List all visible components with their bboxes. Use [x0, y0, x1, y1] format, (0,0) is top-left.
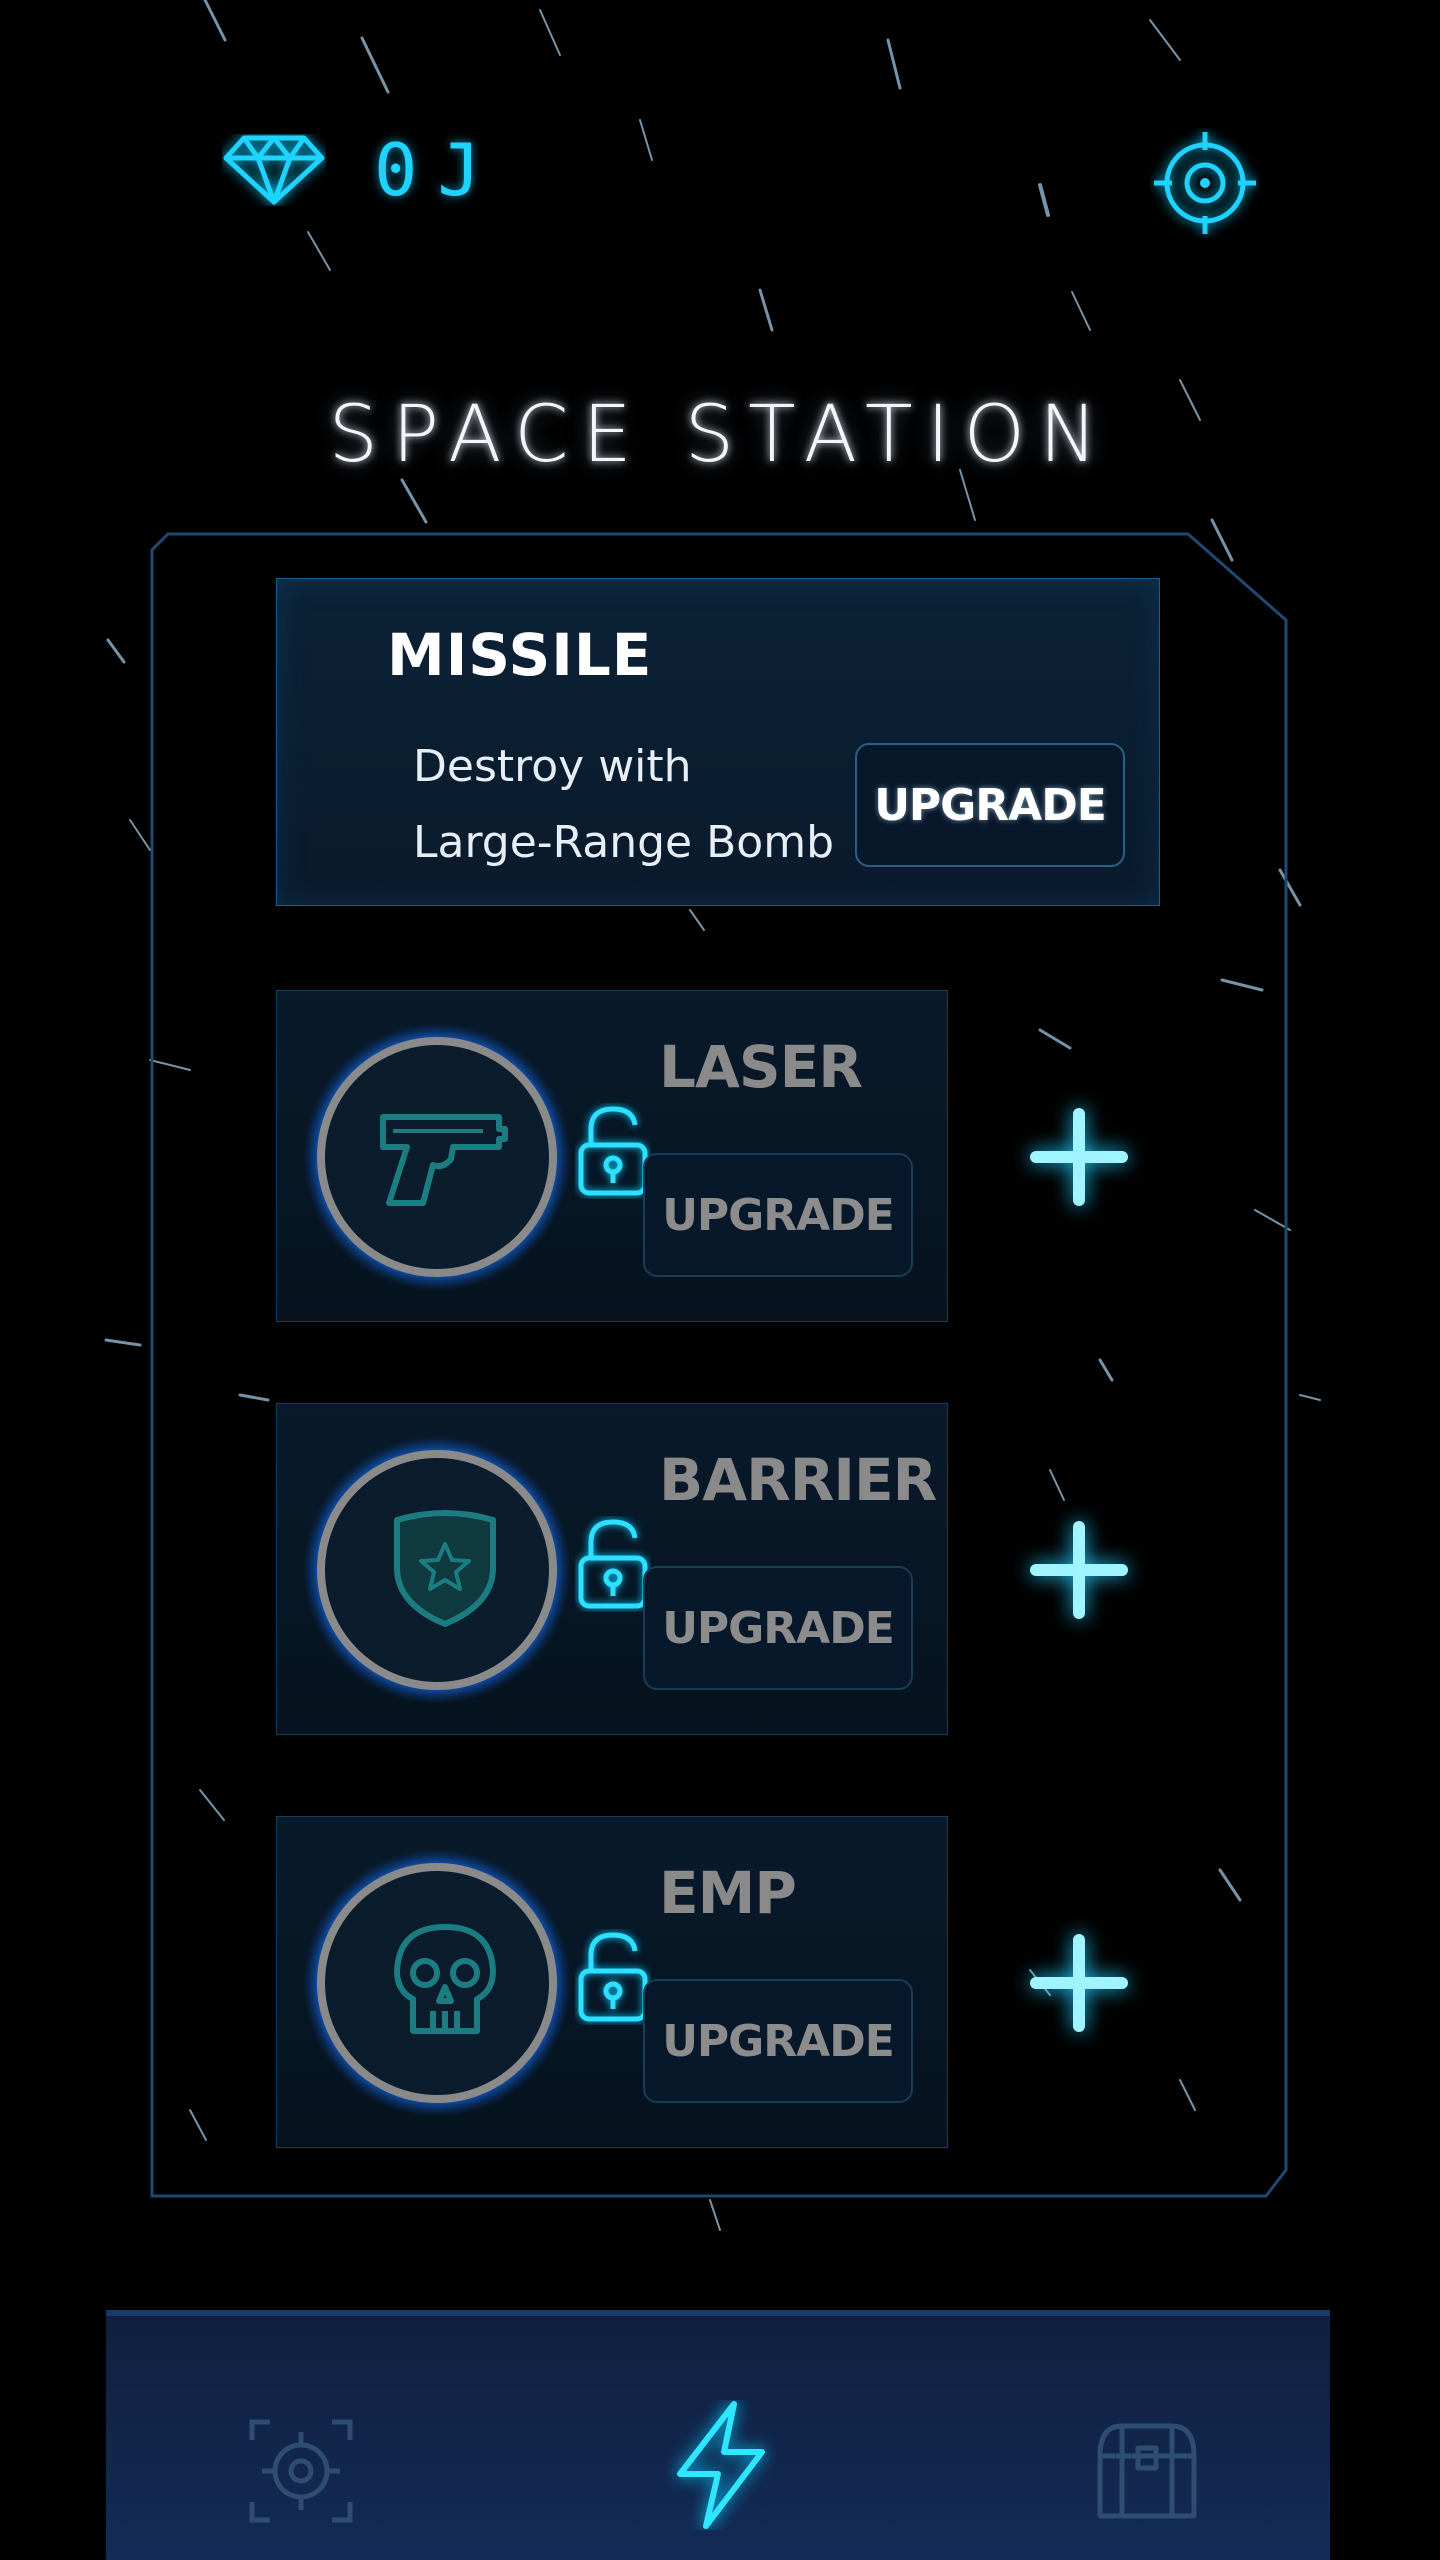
emp-upgrade-button[interactable]: UPGRADE	[643, 1979, 913, 2103]
currency-value: 0J	[374, 128, 501, 212]
treasure-chest-icon[interactable]	[1092, 2416, 1202, 2526]
settings-button[interactable]	[1150, 128, 1260, 238]
missile-description-line-1: Destroy with	[413, 741, 692, 792]
currency-display: 0J	[222, 128, 502, 212]
weapon-row-emp: EMP UPGRADE	[276, 1816, 948, 2148]
laser-add-button[interactable]	[1014, 1092, 1144, 1222]
shield-star-icon	[394, 1510, 496, 1627]
barrier-add-button[interactable]	[1014, 1505, 1144, 1635]
lock-icon	[578, 1106, 648, 1196]
barrier-upgrade-button[interactable]: UPGRADE	[643, 1566, 913, 1690]
missile-panel: MISSILE Destroy with Large-Range Bomb UP…	[276, 578, 1160, 906]
missile-name: MISSILE	[387, 621, 653, 689]
settings-target-icon	[1154, 132, 1256, 234]
weapon-name: BARRIER	[659, 1446, 937, 1514]
page-title: SPACE STATION	[328, 390, 1112, 480]
missile-description: Destroy with Large-Range Bomb	[413, 729, 873, 881]
missile-upgrade-button[interactable]: UPGRADE	[855, 743, 1125, 867]
skull-icon	[394, 1924, 496, 2034]
missile-description-line-2: Large-Range Bomb	[413, 817, 835, 868]
lock-icon	[578, 1519, 648, 1609]
pistol-icon	[380, 1114, 508, 1206]
bottom-nav	[106, 2310, 1330, 2560]
diamond-icon	[222, 134, 326, 206]
lightning-icon[interactable]	[666, 2400, 776, 2530]
weapon-row-barrier: BARRIER UPGRADE	[276, 1403, 948, 1735]
weapon-row-laser: LASER UPGRADE	[276, 990, 948, 1322]
weapon-name: EMP	[659, 1859, 797, 1927]
lock-icon	[578, 1932, 648, 2022]
laser-upgrade-button[interactable]: UPGRADE	[643, 1153, 913, 1277]
crosshair-icon[interactable]	[246, 2416, 356, 2526]
weapon-name: LASER	[659, 1033, 863, 1101]
emp-add-button[interactable]	[1014, 1918, 1144, 2048]
